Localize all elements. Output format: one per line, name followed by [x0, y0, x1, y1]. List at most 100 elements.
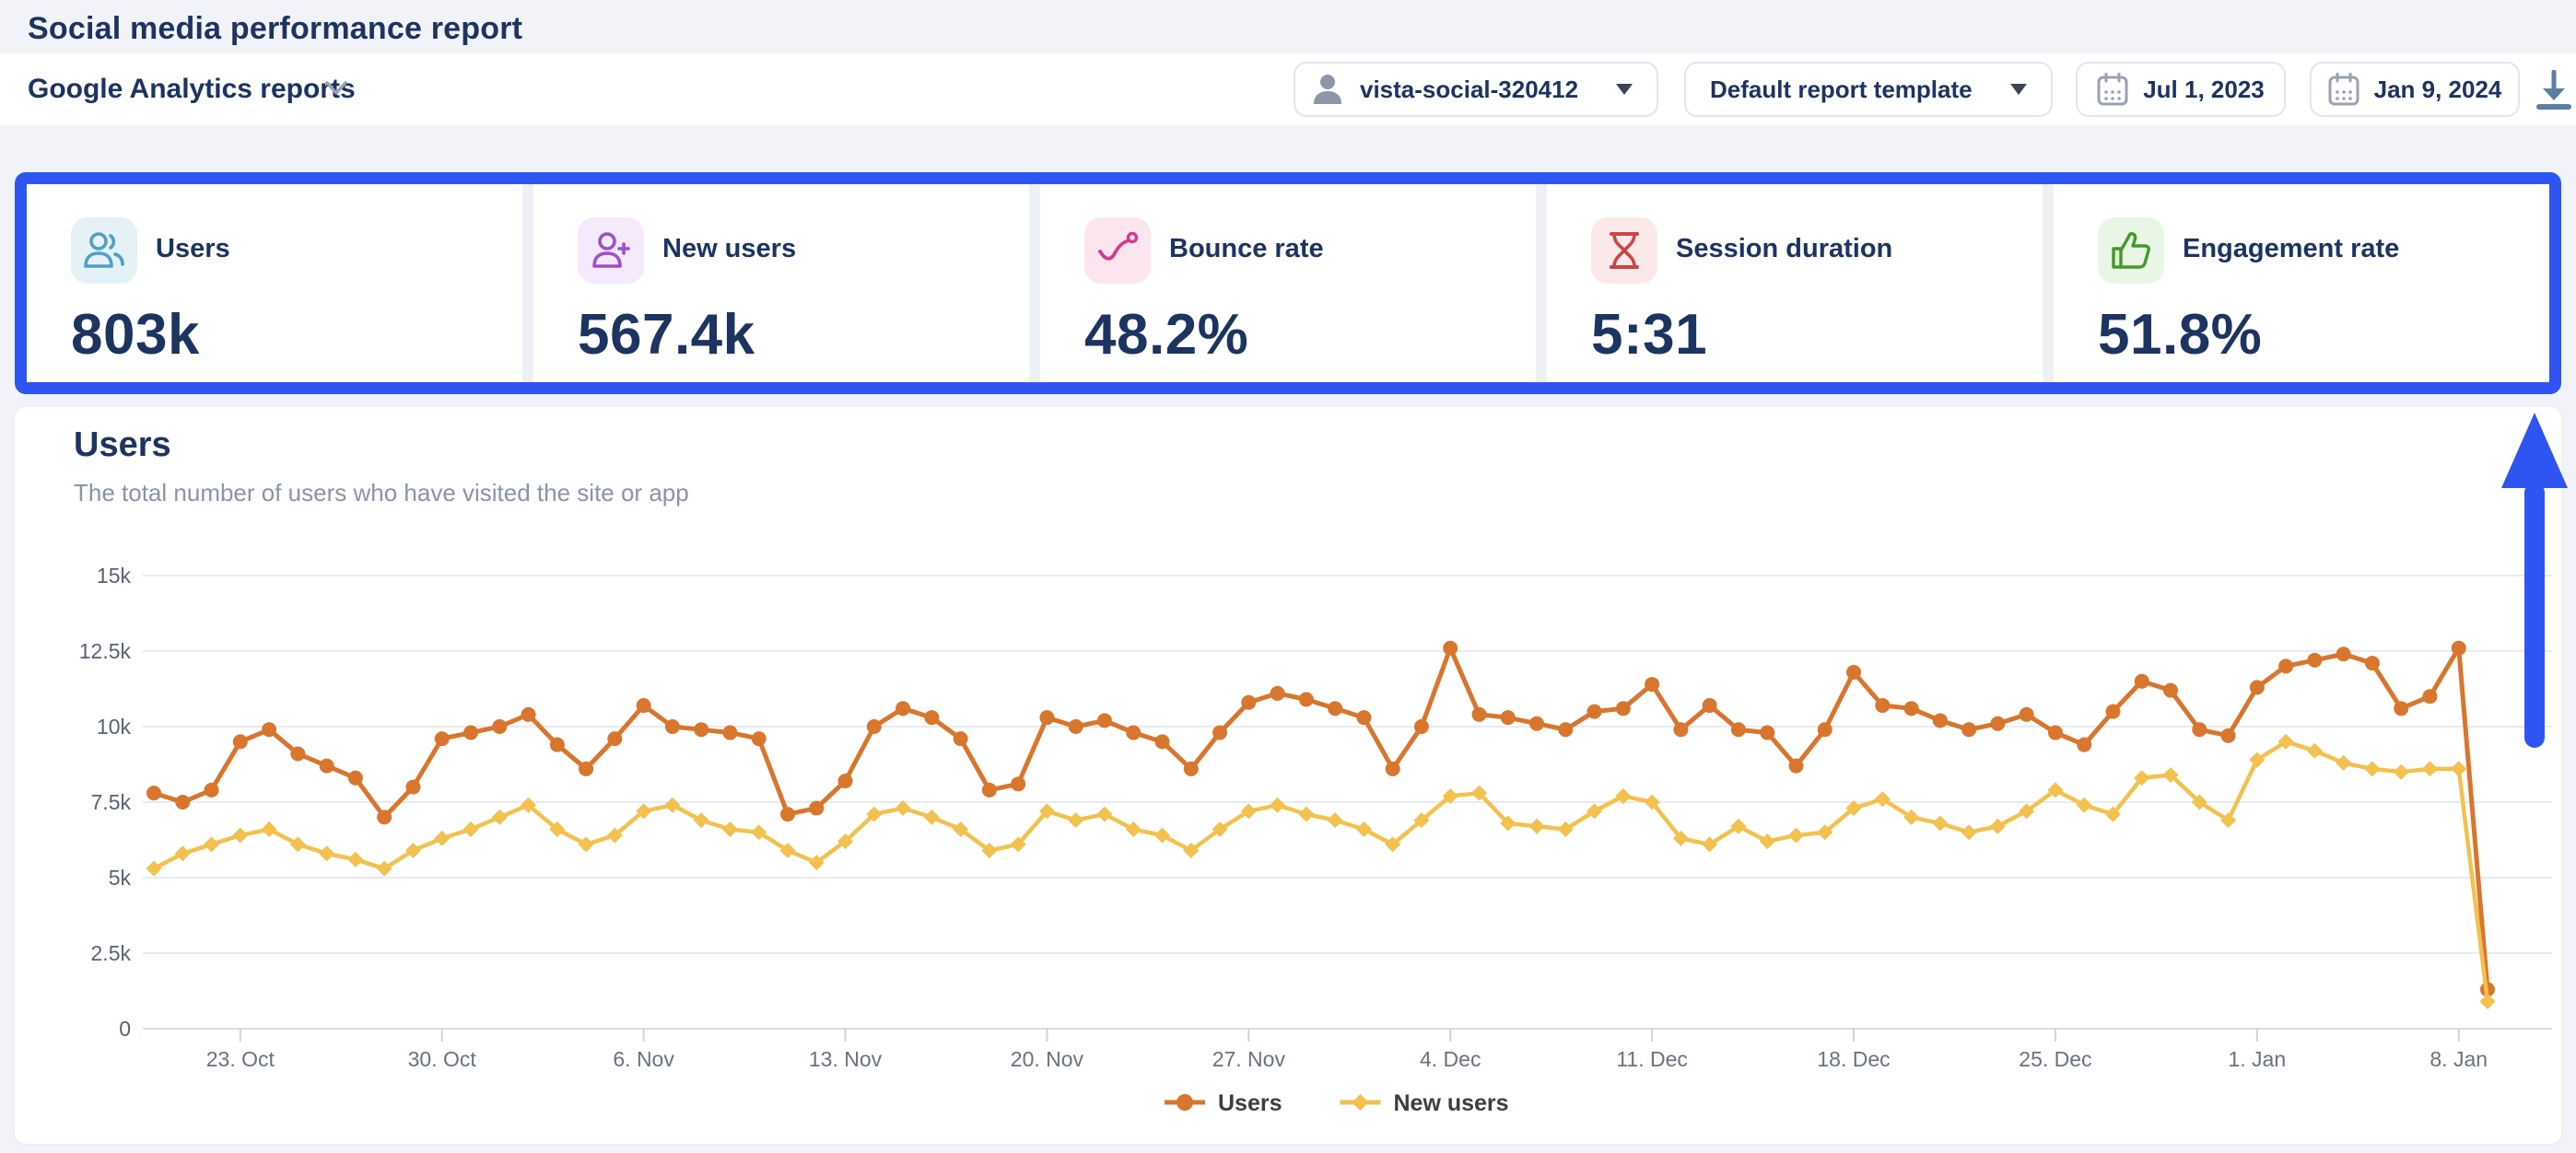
data-point[interactable] — [694, 812, 709, 828]
download-icon[interactable] — [2535, 70, 2572, 111]
report-type-dropdown[interactable]: Google Analytics reports — [28, 74, 356, 105]
data-point[interactable] — [1471, 707, 1486, 722]
data-point[interactable] — [262, 821, 277, 837]
data-point[interactable] — [1616, 701, 1631, 716]
data-point[interactable] — [320, 759, 334, 774]
data-point[interactable] — [1760, 833, 1775, 849]
chevron-down-icon[interactable] — [324, 79, 348, 98]
data-point[interactable] — [319, 845, 334, 861]
data-point[interactable] — [1990, 819, 2006, 834]
data-point[interactable] — [1558, 722, 1573, 737]
data-point[interactable] — [1328, 812, 1343, 828]
legend-label[interactable]: Users — [1218, 1090, 1282, 1116]
data-point[interactable] — [1155, 734, 1170, 749]
data-point[interactable] — [637, 698, 651, 713]
data-point[interactable] — [1068, 812, 1083, 828]
data-point[interactable] — [664, 798, 680, 813]
data-point[interactable] — [2365, 656, 2380, 670]
data-point[interactable] — [1990, 716, 2005, 731]
data-point[interactable] — [1587, 705, 1602, 719]
data-point[interactable] — [377, 809, 392, 824]
data-point[interactable] — [665, 719, 680, 734]
template-select[interactable]: Default report template — [1684, 62, 2053, 117]
data-point[interactable] — [204, 836, 219, 852]
data-point[interactable] — [1356, 710, 1371, 725]
data-point[interactable] — [2077, 738, 2091, 752]
data-point[interactable] — [262, 722, 276, 737]
date-from-picker[interactable]: Jul 1, 2023 — [2076, 62, 2286, 117]
data-point[interactable] — [867, 719, 882, 734]
data-point[interactable] — [2394, 701, 2408, 716]
data-point[interactable] — [2480, 994, 2496, 1009]
data-point[interactable] — [1703, 698, 1717, 713]
data-point[interactable] — [1126, 726, 1141, 740]
data-point[interactable] — [838, 774, 853, 788]
legend-marker[interactable] — [1177, 1094, 1193, 1111]
data-point[interactable] — [1039, 710, 1054, 725]
data-point[interactable] — [290, 747, 305, 762]
data-point[interactable] — [2451, 761, 2466, 776]
data-point[interactable] — [924, 710, 939, 725]
data-point[interactable] — [2336, 646, 2351, 661]
data-point[interactable] — [1414, 719, 1429, 734]
data-point[interactable] — [405, 780, 420, 795]
data-point[interactable] — [1298, 807, 1314, 822]
data-point[interactable] — [1097, 713, 1112, 728]
kpi-card-users[interactable]: Users 803k — [27, 184, 522, 382]
data-point[interactable] — [752, 731, 767, 746]
data-point[interactable] — [1818, 722, 1832, 737]
data-point[interactable] — [2105, 705, 2120, 719]
data-point[interactable] — [2394, 764, 2409, 780]
data-point[interactable] — [1328, 701, 1342, 716]
data-point[interactable] — [175, 845, 191, 861]
data-point[interactable] — [2336, 755, 2351, 771]
data-point[interactable] — [1356, 821, 1372, 837]
data-point[interactable] — [233, 734, 248, 749]
data-point[interactable] — [1961, 824, 1977, 840]
data-point[interactable] — [1731, 722, 1746, 737]
data-point[interactable] — [2077, 798, 2092, 813]
data-point[interactable] — [1788, 759, 1803, 774]
data-point[interactable] — [694, 722, 708, 737]
data-point[interactable] — [521, 707, 536, 722]
data-point[interactable] — [607, 731, 622, 746]
data-point[interactable] — [1904, 701, 1919, 716]
data-point[interactable] — [780, 807, 795, 821]
data-point[interactable] — [1069, 719, 1083, 734]
data-point[interactable] — [1299, 692, 1314, 706]
data-point[interactable] — [347, 852, 363, 868]
kpi-card-bounce-rate[interactable]: Bounce rate 48.2% — [1040, 184, 1536, 382]
data-point[interactable] — [1096, 807, 1112, 822]
data-point[interactable] — [1386, 762, 1400, 776]
kpi-card-engagement-rate[interactable]: Engagement rate 51.8% — [2054, 184, 2549, 382]
data-point[interactable] — [1673, 722, 1688, 737]
data-point[interactable] — [435, 731, 450, 746]
data-point[interactable] — [492, 809, 508, 825]
data-point[interactable] — [579, 762, 593, 776]
data-point[interactable] — [146, 861, 162, 877]
data-point[interactable] — [146, 786, 161, 800]
data-point[interactable] — [1760, 726, 1774, 740]
data-point[interactable] — [1270, 686, 1285, 701]
data-point[interactable] — [982, 783, 997, 798]
data-point[interactable] — [2135, 674, 2149, 689]
data-point[interactable] — [954, 731, 968, 746]
data-point[interactable] — [2163, 683, 2178, 698]
data-point[interactable] — [924, 809, 940, 825]
data-point[interactable] — [722, 821, 738, 837]
data-point[interactable] — [2192, 722, 2207, 737]
data-point[interactable] — [2422, 689, 2437, 704]
data-point[interactable] — [896, 701, 910, 716]
data-point[interactable] — [1961, 722, 1976, 737]
data-point[interactable] — [1529, 716, 1544, 731]
data-point[interactable] — [1126, 821, 1142, 837]
data-point[interactable] — [175, 795, 190, 809]
data-point[interactable] — [492, 719, 507, 734]
date-to-picker[interactable]: Jan 9, 2024 — [2310, 62, 2520, 117]
data-point[interactable] — [1270, 798, 1285, 813]
data-point[interactable] — [463, 821, 478, 837]
data-point[interactable] — [1212, 726, 1227, 740]
data-point[interactable] — [1933, 713, 1948, 728]
legend-label[interactable]: New users — [1394, 1090, 1509, 1116]
data-point[interactable] — [2452, 641, 2466, 656]
